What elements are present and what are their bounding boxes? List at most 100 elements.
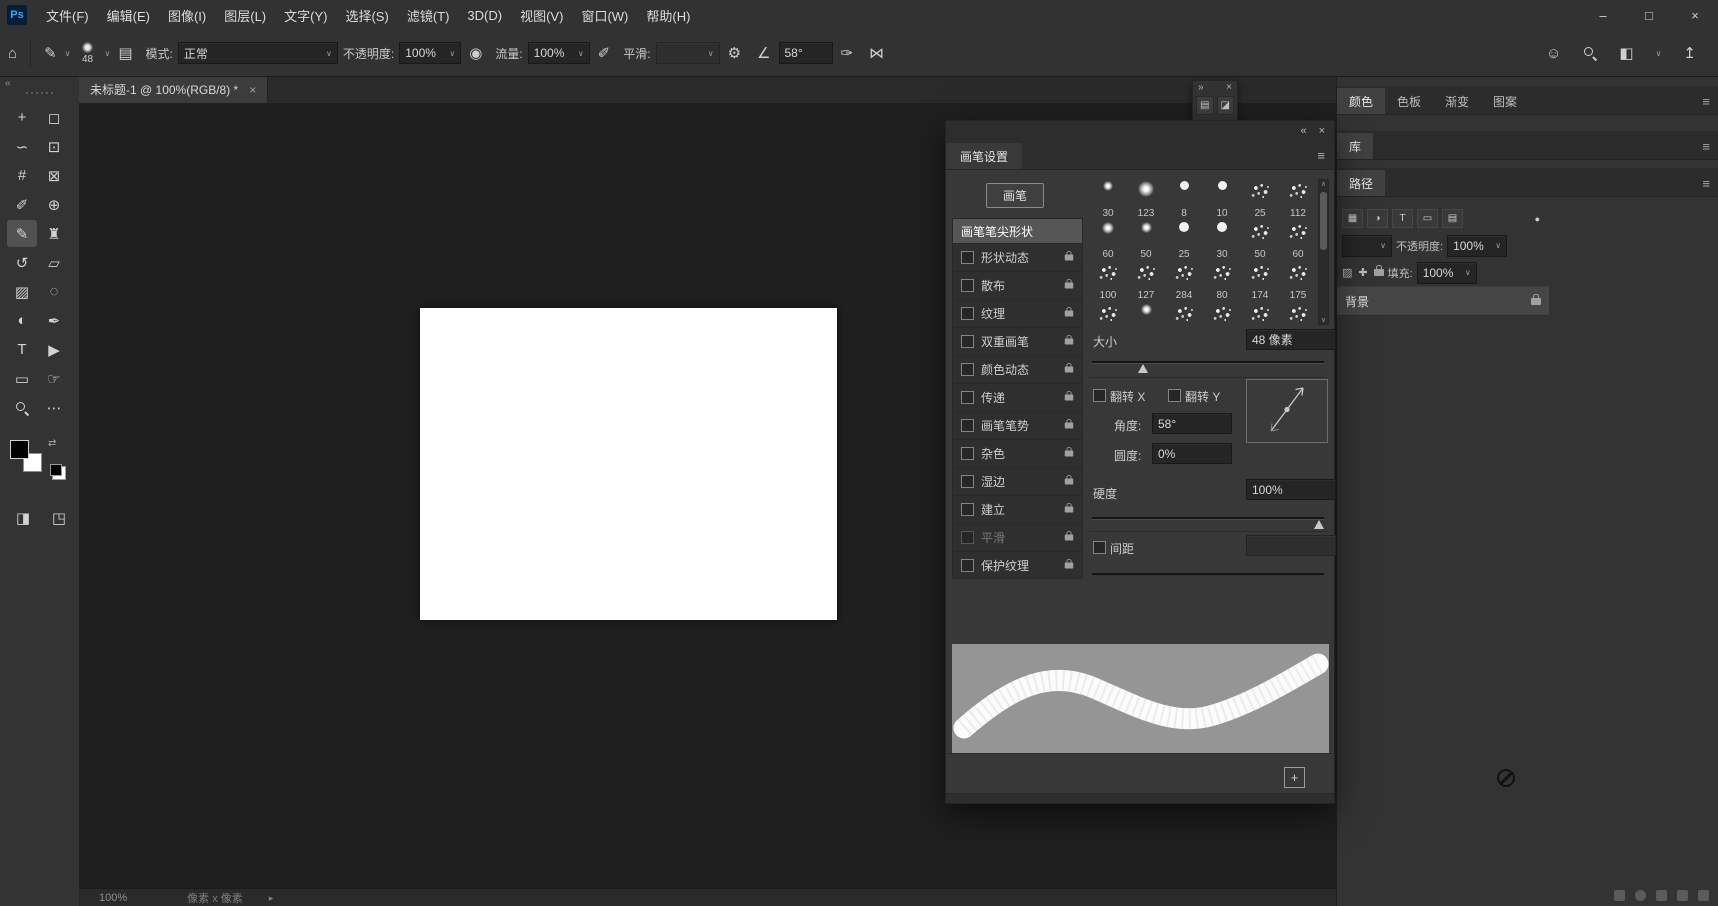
scroll-down-icon[interactable]: ∨ [1319,316,1328,324]
airbrush-icon[interactable]: ✐ [598,44,611,62]
pressure-opacity-icon[interactable]: ◉ [469,44,482,62]
toolbar-grip[interactable] [0,90,79,96]
brush-tool[interactable]: ✎ [7,220,37,247]
hardness-input[interactable]: 100% [1246,479,1336,500]
object-selection-tool[interactable]: ⊡ [39,133,69,160]
brush-option-build-up[interactable]: 建立 [953,495,1082,523]
gradient-tool[interactable]: ▨ [7,278,37,305]
tab-paths[interactable]: 路径 [1337,170,1385,196]
filter-type-layers-icon[interactable]: T [1392,209,1413,228]
angle-roundness-control[interactable] [1246,379,1328,443]
roundness-input[interactable]: 0% [1152,443,1232,464]
brush-preset[interactable]: 112 [1279,179,1317,220]
lock-icon[interactable] [1065,507,1074,513]
tab-patterns[interactable]: 图案 [1481,88,1529,114]
filter-smart-objects-icon[interactable]: ▤ [1442,209,1463,228]
zoom-level[interactable]: 100% [99,892,127,904]
layer-lock-icon[interactable] [1531,298,1541,305]
brush-option-noise[interactable]: 杂色 [953,439,1082,467]
menu-edit[interactable]: 编辑(E) [98,0,159,30]
status-arrow-icon[interactable]: ▸ [269,893,274,904]
lock-icon[interactable] [1065,283,1074,289]
layer-opacity-input[interactable]: 100% ∨ [1447,235,1507,257]
eraser-tool[interactable]: ▱ [39,249,69,276]
spacing-slider[interactable] [1092,573,1324,576]
lock-icon[interactable] [1065,395,1074,401]
size-slider-thumb[interactable] [1138,364,1148,373]
brush-preset[interactable]: 284 [1165,261,1203,302]
default-colors-icon[interactable] [50,464,62,476]
brush-preset[interactable]: 50 [1241,220,1279,261]
checkbox-icon[interactable] [961,335,974,348]
brush-tool-preset-icon[interactable]: ✎ [44,44,57,62]
chevron-down-icon[interactable]: ∨ [65,49,71,58]
brush-tip-shape-item[interactable]: 画笔笔尖形状 [953,219,1082,243]
lock-all-icon[interactable] [1374,269,1384,276]
checkbox-icon[interactable] [961,531,974,544]
brush-preset[interactable]: 8 [1165,179,1203,220]
symmetry-icon[interactable]: ⋈ [869,44,884,62]
document-canvas[interactable] [420,308,837,620]
layer-mask-icon[interactable] [1656,890,1667,901]
zoom-tool[interactable] [7,394,37,421]
brush-preset[interactable]: 174 [1241,261,1279,302]
smoothing-gear-icon[interactable]: ⚙ [728,44,741,62]
brush-option-scattering[interactable]: 散布 [953,271,1082,299]
menu-layer[interactable]: 图层(L) [215,0,275,30]
lock-icon[interactable] [1065,367,1074,373]
tab-swatches[interactable]: 色板 [1385,88,1433,114]
type-tool[interactable]: T [7,336,37,363]
brush-size-picker[interactable]: 48 [73,42,103,65]
document-tab[interactable]: 未标题-1 @ 100%(RGB/8) * × [79,76,268,103]
swap-colors-icon[interactable]: ⇄ [48,438,56,449]
brush-preset[interactable]: 50 [1127,302,1165,325]
checkbox-icon[interactable] [961,307,974,320]
brush-option-brush-pose[interactable]: 画笔笔势 [953,411,1082,439]
rectangle-tool[interactable]: ▭ [7,365,37,392]
panel-resize-strip[interactable] [946,793,1334,803]
brushes-button[interactable]: 画笔 [986,183,1044,208]
dodge-tool[interactable]: ◐ [7,307,37,334]
share-icon[interactable]: ↥ [1683,44,1696,62]
lock-icon[interactable] [1065,311,1074,317]
checkbox-icon[interactable] [961,391,974,404]
lock-icon[interactable] [1065,479,1074,485]
angle-input[interactable]: 58° [1152,413,1232,434]
lock-icon[interactable] [1065,423,1074,429]
marquee-tool[interactable]: ◻ [39,104,69,131]
smoothing-input[interactable]: ∨ [656,42,720,64]
flip-x-checkbox[interactable] [1093,389,1106,402]
close-window-button[interactable]: × [1672,0,1718,30]
minimize-button[interactable]: – [1580,0,1626,30]
tab-gradients[interactable]: 渐变 [1433,88,1481,114]
frame-tool[interactable]: ⊠ [39,162,69,189]
home-icon[interactable]: ⌂ [8,45,17,62]
brush-option-shape-dynamics[interactable]: 形状动态 [953,243,1082,271]
brush-preset[interactable]: 120 [1279,302,1317,325]
healing-brush-tool[interactable]: ⊕ [39,191,69,218]
panel-menu-icon[interactable]: ≡ [1702,139,1718,159]
hand-tool[interactable]: ☞ [39,365,69,392]
brush-settings-panel-icon[interactable]: ▤ [1196,96,1214,115]
brush-preset[interactable]: 175 [1279,261,1317,302]
screen-mode-button[interactable]: ◳ [44,504,74,531]
size-slider[interactable] [1092,361,1324,364]
tab-color[interactable]: 颜色 [1337,88,1385,114]
hardness-slider-thumb[interactable] [1314,520,1324,529]
history-brush-tool[interactable]: ↺ [7,249,37,276]
new-layer-icon[interactable] [1677,890,1688,901]
collapse-toolbar-icon[interactable]: « [5,78,11,89]
checkbox-icon[interactable] [961,251,974,264]
brush-option-transfer[interactable]: 传递 [953,383,1082,411]
spacing-input[interactable] [1246,535,1336,556]
filter-adjustment-layers-icon[interactable]: ◑ [1367,209,1388,228]
layer-effects-icon[interactable] [1635,890,1646,901]
filter-shape-layers-icon[interactable]: ▭ [1417,209,1438,228]
edit-toolbar-icon[interactable]: ⋯ [39,394,69,421]
layer-fill-input[interactable]: 100% ∨ [1417,262,1477,284]
link-layers-icon[interactable] [1614,890,1625,901]
brush-preset[interactable]: 25 [1241,302,1279,325]
pen-tool[interactable]: ✒ [39,307,69,334]
lock-position-icon[interactable]: ✚ [1358,266,1367,279]
hardness-slider[interactable] [1092,517,1324,520]
